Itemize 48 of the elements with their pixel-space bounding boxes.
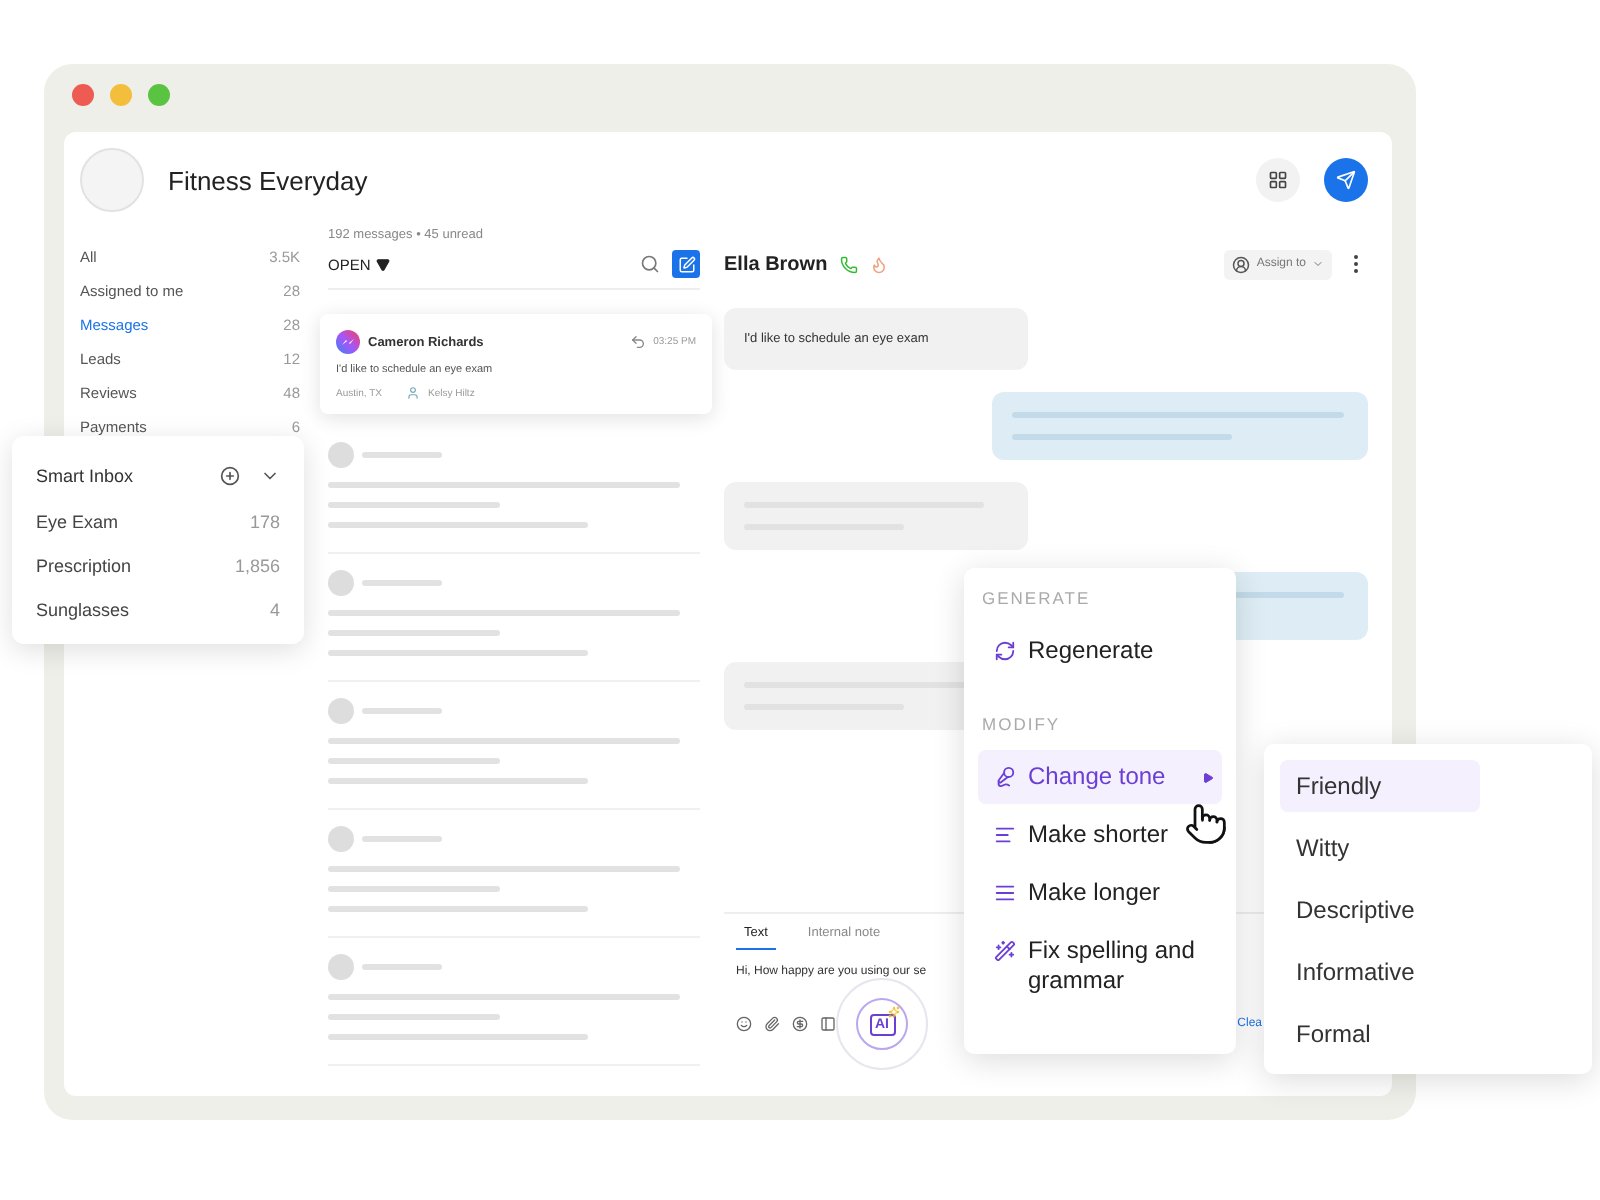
tone-option[interactable]: Descriptive (1280, 884, 1480, 936)
grid-button[interactable] (1256, 158, 1300, 202)
chat-bubble-icon (336, 330, 360, 354)
refresh-icon (994, 640, 1016, 662)
microphone-icon (994, 766, 1016, 788)
smart-inbox-title: Smart Inbox (36, 465, 136, 486)
dollar-icon[interactable] (792, 1016, 808, 1032)
emoji-icon[interactable] (736, 1016, 752, 1032)
tone-option[interactable]: Formal (1280, 1008, 1480, 1060)
contact-name: Ella Brown (724, 253, 828, 275)
user-icon (1232, 255, 1251, 273)
pencil-icon (677, 255, 695, 273)
flame-icon (869, 255, 888, 273)
lines-icon (994, 882, 1016, 904)
menu-item[interactable]: Fix spelling and grammar (978, 924, 1222, 1008)
compose-button[interactable] (672, 250, 700, 278)
minimize-dot[interactable] (110, 84, 132, 106)
window-title: Fitness Everyday (168, 165, 370, 195)
hand-cursor-icon (1184, 802, 1228, 846)
logo-circle (80, 148, 144, 212)
add-icon[interactable] (220, 465, 240, 486)
menu-item[interactable]: Regenerate (978, 624, 1222, 678)
user-icon (405, 386, 420, 400)
wand-icon (994, 940, 1016, 962)
smart-inbox-item[interactable]: Prescription 1,856 (36, 547, 280, 585)
reply-icon (629, 334, 646, 350)
send-button[interactable] (1324, 158, 1368, 202)
tone-option[interactable]: Witty (1280, 822, 1480, 874)
close-dot[interactable] (72, 84, 94, 106)
sparkle-icon (888, 1006, 900, 1018)
short-lines-icon (994, 824, 1016, 846)
menu-heading: GENERATE (980, 586, 1093, 612)
tone-option[interactable]: Friendly (1280, 760, 1480, 812)
menu-item[interactable]: Make longer (978, 866, 1222, 920)
send-icon (1336, 170, 1356, 190)
menu-heading: MODIFY (980, 712, 1063, 738)
caret-icon (376, 257, 391, 271)
maximize-dot[interactable] (148, 84, 170, 106)
search-icon[interactable] (640, 254, 660, 274)
grid-icon (1268, 170, 1288, 190)
menu-item[interactable]: Change tone (978, 750, 1222, 804)
smart-inbox-item[interactable]: Eye Exam 178 (36, 504, 280, 542)
tone-option[interactable]: Informative (1280, 946, 1480, 998)
template-icon[interactable] (820, 1016, 836, 1032)
phone-icon (839, 255, 858, 273)
chevron-down-icon (1312, 258, 1324, 270)
attachment-icon[interactable] (764, 1016, 780, 1032)
smart-inbox-item[interactable]: Sunglasses 4 (36, 590, 280, 628)
